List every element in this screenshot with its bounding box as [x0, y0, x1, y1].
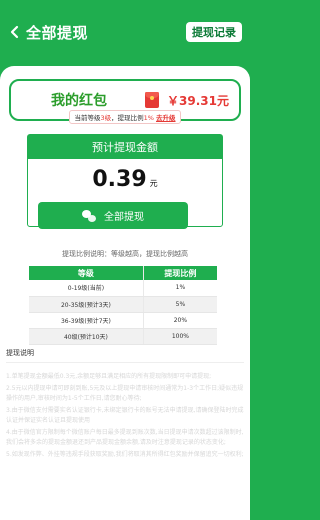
back-and-title[interactable]: 全部提现: [8, 22, 88, 43]
row-level: 36-39级(预计7天): [29, 312, 144, 329]
table-row: 20-35级(预计3天) 5%: [29, 296, 217, 313]
table-row: 40级(预计10天) 100%: [29, 328, 217, 345]
table-row: 0-19级(当前) 1%: [29, 280, 217, 297]
back-arrow-icon[interactable]: [8, 25, 22, 39]
level-pill: 当前等级3级，提现比例1% 去升级: [69, 110, 181, 124]
row-level: 0-19级(当前): [29, 280, 144, 297]
content-panel: 我的红包 ￥39.31元 当前等级3级，提现比例1% 去升级 预计提现金额 0.…: [0, 66, 250, 520]
note-item: 3.由于微信支付需要实名认证银行卡,未绑定银行卡的账号无法申请提现,请确保登陆时…: [6, 407, 244, 424]
current-ratio: 1%: [143, 114, 154, 122]
amount-row: 0.39 元: [28, 167, 222, 192]
row-ratio: 1%: [143, 280, 217, 297]
red-envelope-icon: [145, 92, 160, 108]
page-title: 全部提现: [26, 23, 89, 42]
table-header-level: 等级: [29, 266, 144, 280]
amount-unit: 元: [149, 179, 158, 188]
wechat-icon: [82, 209, 96, 222]
withdraw-all-button[interactable]: 全部提现: [38, 202, 188, 229]
level-middle: ，提现比例: [111, 114, 144, 122]
table-header-ratio: 提现比例: [143, 266, 217, 280]
note-item: 2.5元以内提现申请可即刻到账,5元及以上提现申请审核时间通常为1-3个工作日;…: [6, 385, 244, 402]
row-level: 40级(预计10天): [29, 328, 144, 345]
level-prefix: 当前等级: [74, 114, 101, 122]
ratio-description: 提现比例说明：等级越高，提现比例越高: [62, 250, 188, 258]
level-ratio-table: 等级 提现比例 0-19级(当前) 1% 20-35级(预计3天) 5% 36-…: [29, 266, 217, 345]
notes-list: 1.单笔提现金额最低0.3元,余额足够且满足相应的所有提现限制即可申请提现; 2…: [6, 372, 244, 462]
row-ratio: 100%: [143, 328, 217, 345]
current-level: 3级: [100, 114, 112, 122]
notes-divider: [6, 362, 244, 363]
level-notice: 当前等级3级，提现比例1% 去升级: [0, 110, 250, 124]
notes-title: 提现说明: [6, 349, 34, 357]
balance-group: ￥39.31元: [145, 92, 229, 109]
table-header-row: 等级 提现比例: [29, 266, 217, 280]
row-ratio: 20%: [143, 312, 217, 329]
withdraw-record-button[interactable]: 提现记录: [186, 22, 242, 42]
note-item: 1.单笔提现金额最低0.3元,余额足够且满足相应的所有提现限制即可申请提现;: [6, 373, 212, 380]
estimate-amount: 0.39: [92, 167, 147, 192]
upgrade-link[interactable]: 去升级: [156, 114, 176, 122]
table-row: 36-39级(预计7天) 20%: [29, 312, 217, 329]
redpack-balance: ￥39.31元: [167, 93, 229, 108]
note-item: 5.如发现作弊、外挂等违规手段获取奖励,我们将取消其所得红包奖励并保留追究一切权…: [6, 451, 244, 458]
estimate-title: 预计提现金额: [28, 135, 222, 159]
withdraw-all-label: 全部提现: [104, 212, 144, 223]
row-level: 20-35级(预计3天): [29, 296, 144, 313]
redpack-label: 我的红包: [51, 93, 107, 109]
top-bar: 全部提现 提现记录: [0, 0, 250, 64]
note-item: 4.由于微信官方限制每个微信账户每日最多提现到账次数,当日提现申请次数超过该限制…: [6, 429, 244, 446]
row-ratio: 5%: [143, 296, 217, 313]
